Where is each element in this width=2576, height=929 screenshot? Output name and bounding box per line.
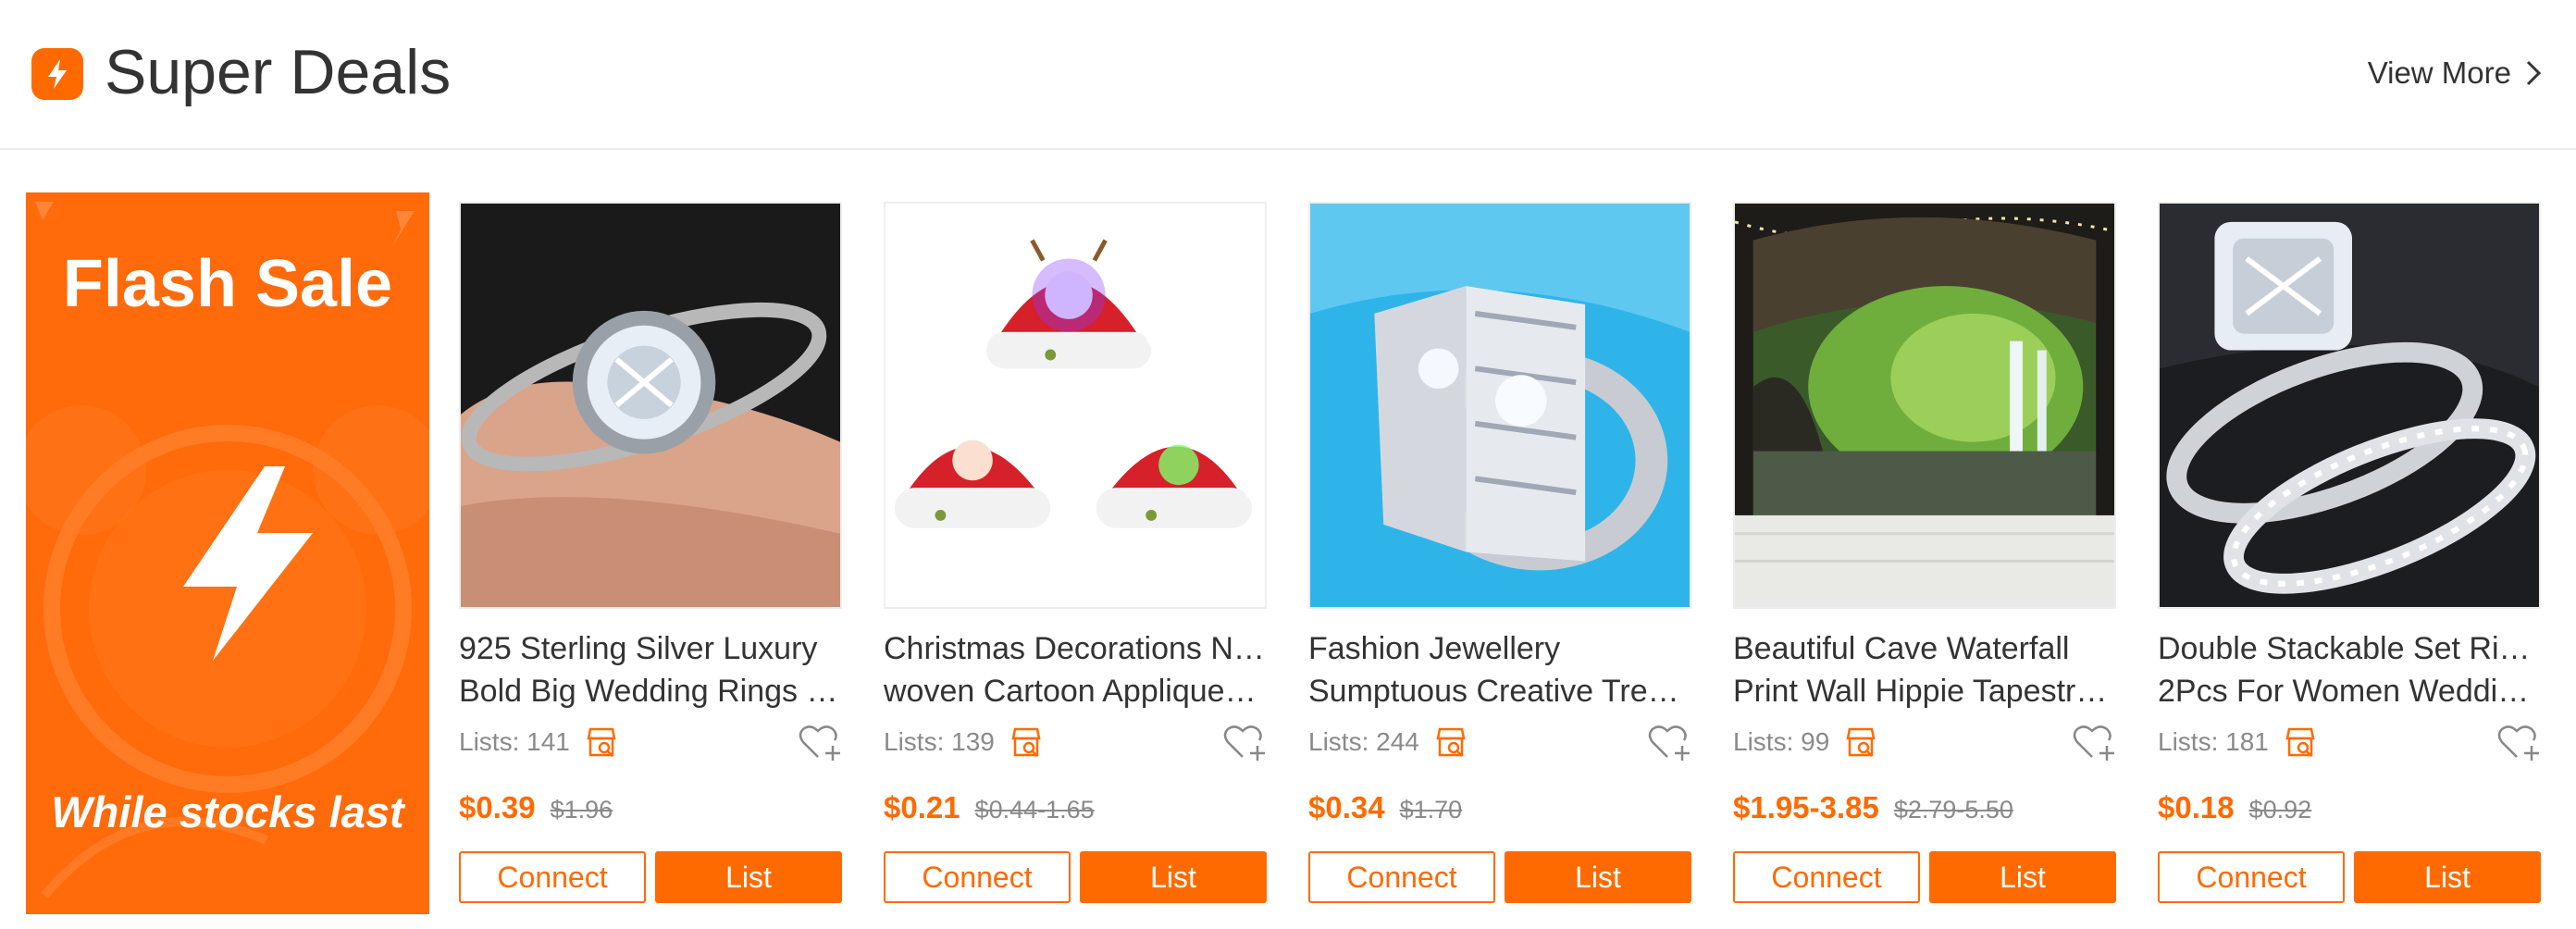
flash-sale-banner[interactable]: Flash Sale While stocks last — [26, 192, 429, 914]
product-prices: $0.39 $1.96 — [459, 790, 613, 833]
original-price: $1.96 — [550, 796, 613, 824]
product-title-line-1: Double Stackable Set Rings — [2158, 631, 2541, 666]
lists-count: Lists: 181 — [2158, 727, 2269, 756]
product-image[interactable] — [1308, 202, 1691, 609]
view-more-link[interactable]: View More — [2368, 52, 2543, 94]
list-button[interactable]: List — [1080, 851, 1267, 903]
product-title-line-2: Print Wall Hippie Tapestry… — [1733, 674, 2116, 709]
product-actions: Connect List — [884, 851, 1267, 903]
product-title-line-2: Bold Big Wedding Rings S… — [459, 674, 842, 709]
original-price: $2.79-5.50 — [1893, 796, 2013, 824]
product-title[interactable]: Beautiful Cave Waterfall Print Wall Hipp… — [1733, 627, 2116, 712]
connect-button[interactable]: Connect — [1308, 851, 1495, 903]
lightning-icon — [31, 48, 83, 100]
lightning-bolt-icon — [183, 466, 313, 661]
store-icon — [1011, 727, 1041, 757]
product-title-line-1: Fashion Jewellery — [1308, 631, 1561, 666]
product-prices: $0.21 $0.44-1.65 — [884, 790, 1095, 833]
chevron-right-icon — [2526, 60, 2542, 86]
product-title-line-1: 925 Sterling Silver Luxury — [459, 631, 818, 666]
product-meta: Lists: 99 — [1733, 722, 2116, 762]
product-title-line-2: Sumptuous Creative Tren… — [1308, 674, 1691, 709]
lists-count: Lists: 99 — [1733, 727, 1830, 756]
product-title-line-2: 2Pcs For Women Weddin… — [2158, 674, 2541, 709]
connect-button[interactable]: Connect — [459, 851, 646, 903]
product-card[interactable]: Fashion Jewellery Sumptuous Creative Tre… — [1308, 202, 1691, 905]
product-card[interactable]: Christmas Decorations Non- woven Cartoon… — [884, 202, 1267, 905]
banner-title: Flash Sale — [62, 247, 393, 321]
product-title-line-1: Beautiful Cave Waterfall — [1733, 631, 2070, 666]
list-button[interactable]: List — [2354, 851, 2541, 903]
product-prices: $0.34 $1.70 — [1308, 790, 1462, 833]
product-actions: Connect List — [1733, 851, 2116, 903]
product-title[interactable]: 925 Sterling Silver Luxury Bold Big Wedd… — [459, 627, 842, 712]
product-title-line-2: woven Cartoon Applique… — [884, 674, 1257, 709]
lists-count: Lists: 139 — [884, 727, 995, 756]
connect-button[interactable]: Connect — [884, 851, 1071, 903]
product-prices: $1.95-3.85 $2.79-5.50 — [1733, 790, 2013, 833]
view-more-label: View More — [2367, 56, 2511, 90]
product-card[interactable]: Beautiful Cave Waterfall Print Wall Hipp… — [1733, 202, 2116, 905]
store-icon — [2285, 727, 2315, 757]
section-header: Super Deals View More — [0, 0, 2576, 150]
product-meta: Lists: 181 — [2158, 722, 2541, 762]
add-to-wishlist-icon[interactable] — [1647, 722, 1691, 762]
store-icon — [587, 727, 616, 757]
connect-button[interactable]: Connect — [2158, 851, 2345, 903]
lists-count: Lists: 141 — [459, 727, 570, 756]
add-to-wishlist-icon[interactable] — [2496, 722, 2541, 762]
sale-price: $0.18 — [2158, 790, 2235, 824]
product-prices: $0.18 $0.92 — [2158, 790, 2311, 833]
section-title: Super Deals — [105, 37, 452, 107]
product-card[interactable]: 925 Sterling Silver Luxury Bold Big Wedd… — [459, 202, 842, 905]
list-button[interactable]: List — [1929, 851, 2116, 903]
product-image[interactable] — [2158, 202, 2541, 609]
add-to-wishlist-icon[interactable] — [1222, 722, 1267, 762]
add-to-wishlist-icon[interactable] — [2072, 722, 2116, 762]
banner-subtitle: While stocks last — [51, 787, 404, 836]
product-meta: Lists: 139 — [884, 722, 1267, 762]
add-to-wishlist-icon[interactable] — [798, 722, 842, 762]
original-price: $0.44-1.65 — [974, 796, 1095, 824]
connect-button[interactable]: Connect — [1733, 851, 1920, 903]
product-title-line-1: Christmas Decorations Non- — [884, 631, 1267, 666]
store-icon — [1846, 727, 1876, 757]
product-image[interactable] — [1733, 202, 2116, 609]
list-button[interactable]: List — [1505, 851, 1691, 903]
product-image[interactable] — [884, 202, 1267, 609]
sale-price: $0.39 — [459, 790, 536, 824]
list-button[interactable]: List — [655, 851, 842, 903]
store-icon — [1436, 727, 1466, 757]
product-actions: Connect List — [1308, 851, 1691, 903]
product-actions: Connect List — [459, 851, 842, 903]
original-price: $1.70 — [1399, 796, 1463, 824]
product-meta: Lists: 244 — [1308, 722, 1691, 762]
sale-price: $1.95-3.85 — [1733, 790, 1879, 824]
product-title[interactable]: Christmas Decorations Non- woven Cartoon… — [884, 627, 1267, 712]
product-card[interactable]: Double Stackable Set Rings 2Pcs For Wome… — [2158, 202, 2541, 905]
product-title[interactable]: Double Stackable Set Rings 2Pcs For Wome… — [2158, 627, 2541, 712]
product-image[interactable] — [459, 202, 842, 609]
original-price: $0.92 — [2248, 796, 2312, 824]
sale-price: $0.34 — [1308, 790, 1385, 824]
lists-count: Lists: 244 — [1308, 727, 1419, 756]
product-meta: Lists: 141 — [459, 722, 842, 762]
product-title[interactable]: Fashion Jewellery Sumptuous Creative Tre… — [1308, 627, 1691, 712]
product-actions: Connect List — [2158, 851, 2541, 903]
sale-price: $0.21 — [884, 790, 960, 824]
